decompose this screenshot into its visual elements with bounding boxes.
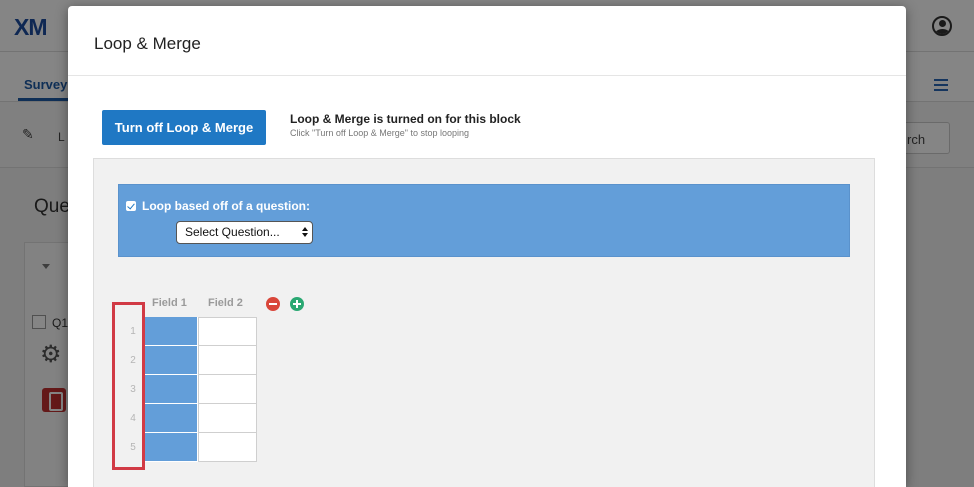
field-1-header: Field 1 [152, 297, 187, 309]
field-1-cell[interactable] [144, 317, 198, 346]
field-2-header: Field 2 [208, 297, 243, 309]
row-numbers-highlight [112, 302, 145, 470]
field-1-cell[interactable] [144, 375, 198, 404]
table-row: 5 [130, 433, 257, 462]
table-row: 1 [130, 317, 257, 346]
table-row: 2 [130, 346, 257, 375]
dialog-title: Loop & Merge [94, 34, 201, 53]
loop-merge-dialog: Loop & Merge Turn off Loop & Merge Loop … [68, 6, 906, 487]
remove-field-minus-icon[interactable] [266, 297, 280, 311]
loop-status-subtitle: Click "Turn off Loop & Merge" to stop lo… [290, 128, 469, 138]
field-2-cell[interactable] [198, 346, 257, 375]
field-1-cell[interactable] [144, 346, 198, 375]
dialog-header: Loop & Merge [68, 6, 906, 76]
table-row: 4 [130, 404, 257, 433]
turn-off-loop-merge-button[interactable]: Turn off Loop & Merge [102, 110, 266, 145]
loop-fields-table: 1 2 3 4 5 [130, 317, 257, 464]
field-2-cell[interactable] [198, 404, 257, 433]
field-2-cell[interactable] [198, 375, 257, 404]
loop-based-on-question-label: Loop based off of a question: [142, 199, 310, 213]
loop-status-title: Loop & Merge is turned on for this block [290, 112, 521, 126]
dropdown-arrows-icon [301, 225, 309, 239]
field-2-cell[interactable] [198, 317, 257, 346]
field-1-cell[interactable] [144, 404, 198, 433]
loop-based-on-question-checkbox[interactable] [126, 201, 136, 211]
field-1-cell[interactable] [144, 433, 198, 462]
select-question-dropdown[interactable]: Select Question... [176, 221, 313, 244]
add-field-plus-icon[interactable] [290, 297, 304, 311]
table-row: 3 [130, 375, 257, 404]
field-2-cell[interactable] [198, 433, 257, 462]
